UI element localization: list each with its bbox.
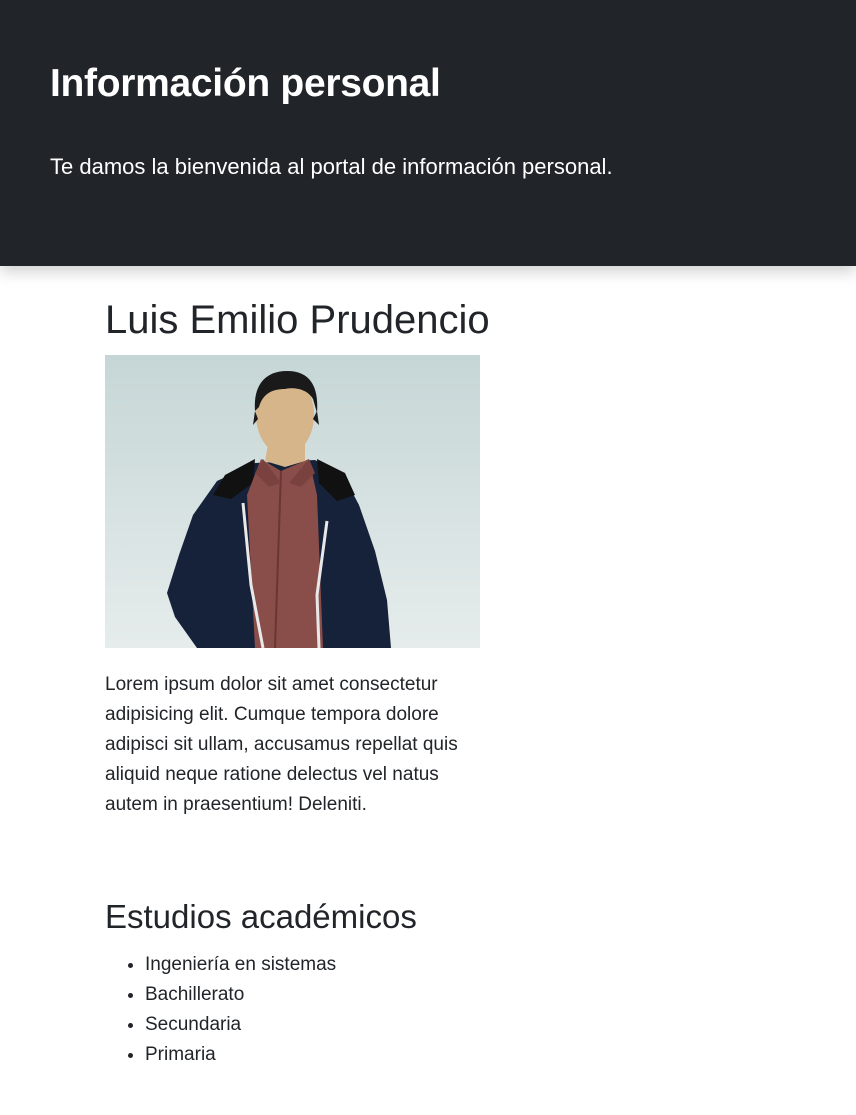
- studies-list: Ingeniería en sistemas Bachillerato Secu…: [105, 950, 336, 1070]
- person-illustration-icon: [105, 355, 480, 648]
- profile-photo: [105, 355, 480, 648]
- list-item: Bachillerato: [145, 980, 336, 1010]
- page-title: Información personal: [50, 62, 441, 105]
- studies-heading: Estudios académicos: [105, 898, 417, 935]
- list-item: Primaria: [145, 1040, 336, 1070]
- welcome-lead: Te damos la bienvenida al portal de info…: [50, 154, 613, 179]
- hero-banner: Información personal Te damos la bienven…: [0, 0, 856, 266]
- person-name: Luis Emilio Prudencio: [105, 298, 490, 342]
- list-item: Secundaria: [145, 1010, 336, 1040]
- list-item: Ingeniería en sistemas: [145, 950, 336, 980]
- bio-paragraph: Lorem ipsum dolor sit amet consectetur a…: [105, 674, 458, 815]
